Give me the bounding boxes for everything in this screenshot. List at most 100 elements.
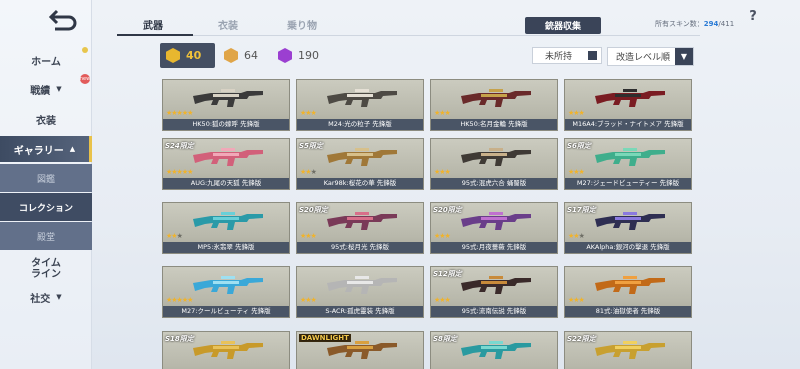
rifle-icon bbox=[327, 148, 397, 166]
weapon-skin-card[interactable]: DAWNLIGHT bbox=[296, 331, 424, 369]
unowned-filter-toggle[interactable]: 未所持 bbox=[532, 47, 602, 64]
sort-dropdown[interactable]: 改造レベル順 ▼ bbox=[607, 47, 694, 66]
currency-purple: 190 bbox=[278, 43, 319, 68]
star-rating: ★★★ bbox=[300, 168, 317, 176]
weapon-skin-card[interactable]: S20限定 ★★★ 95式:桜月光 先鋒版 bbox=[296, 202, 424, 254]
notification-dot bbox=[82, 47, 88, 53]
sidebar-item-label: 衣装 bbox=[36, 115, 56, 127]
season-tag: S17限定 bbox=[567, 206, 596, 214]
weapon-skin-name: 81式:油獄使者 先鋒版 bbox=[565, 306, 691, 317]
sidebar-item-gallery[interactable]: ギャラリー ▲ bbox=[0, 136, 92, 162]
weapon-skin-name: Kar98k:桜花の華 先鋒版 bbox=[297, 178, 423, 189]
checkbox[interactable] bbox=[588, 51, 597, 60]
star-rating: ★★★ bbox=[166, 232, 183, 240]
rifle-icon bbox=[193, 89, 263, 107]
rifle-icon bbox=[595, 341, 665, 359]
help-icon[interactable]: ? bbox=[744, 9, 762, 31]
sidebar-sub-hall-of-fame[interactable]: 殿堂 bbox=[0, 222, 92, 250]
weapon-skin-card[interactable]: ★★★★★ M27:クールビューティ 先鋒版 bbox=[162, 266, 290, 318]
sidebar-sub-collection[interactable]: コレクション bbox=[0, 193, 92, 221]
rifle-icon bbox=[461, 148, 531, 166]
star-rating: ★★★ bbox=[568, 296, 585, 304]
weapon-skin-card[interactable]: S20限定 ★★★ 95式:月夜薔薇 先鋒版 bbox=[430, 202, 558, 254]
season-tag: S8限定 bbox=[433, 335, 457, 343]
rifle-icon bbox=[193, 212, 263, 230]
weapon-skin-name: S-ACR:孤虎靈装 先鋒版 bbox=[297, 306, 423, 317]
purple-hexagon-icon bbox=[278, 48, 292, 63]
chevron-down-icon: ▼ bbox=[56, 293, 62, 301]
tab-weapons[interactable]: 武器 bbox=[143, 17, 163, 32]
tab-costume[interactable]: 衣装 bbox=[218, 17, 238, 32]
rifle-icon bbox=[461, 276, 531, 294]
weapon-skin-card[interactable]: ★★★ S-ACR:孤虎靈装 先鋒版 bbox=[296, 266, 424, 318]
star-rating: ★★★ bbox=[568, 232, 585, 240]
sidebar-item-label: 社交 bbox=[30, 293, 51, 305]
weapon-skin-name: 95式:流南伝説 先鋒版 bbox=[431, 306, 557, 317]
weapon-skin-card[interactable]: ★★★ 81式:油獄使者 先鋒版 bbox=[564, 266, 692, 318]
chevron-up-icon: ▲ bbox=[69, 145, 76, 153]
currency-orange: 64 bbox=[224, 43, 258, 68]
weapon-skin-card[interactable]: ★★★ M16A4:ブラッド・ナイトメア 先鋒版 bbox=[564, 79, 692, 131]
sidebar-item-social[interactable]: 社交 ▼ bbox=[0, 284, 92, 310]
weapon-skin-card[interactable]: S8限定 bbox=[430, 331, 558, 369]
weapon-skin-card[interactable]: S24限定 ★★★★★ AUG:九尾の天狐 先鋒版 bbox=[162, 138, 290, 190]
weapon-skin-name: 95式:混虎六合 蛹蜀版 bbox=[431, 178, 557, 189]
weapon-skin-name: M16A4:ブラッド・ナイトメア 先鋒版 bbox=[565, 119, 691, 130]
chevron-down-icon: ▼ bbox=[56, 85, 62, 93]
weapon-skin-name: 95式:月夜薔薇 先鋒版 bbox=[431, 242, 557, 253]
rifle-icon bbox=[193, 276, 263, 294]
sidebar-sub-label: 殿堂 bbox=[36, 232, 55, 243]
season-tag: S22限定 bbox=[567, 335, 596, 343]
weapon-skin-card[interactable]: ★★★ M24:光の粒子 先鋒版 bbox=[296, 79, 424, 131]
weapon-skin-card[interactable]: ★★★★★ HK50:狐の嫁呼 先鋒版 bbox=[162, 79, 290, 131]
back-arrow-icon bbox=[48, 9, 77, 31]
sidebar-item-label: タイム ライン bbox=[31, 258, 61, 280]
weapon-skin-grid: ★★★★★ HK50:狐の嫁呼 先鋒版 ★★★ M24:光の粒子 先鋒版 ★★★ HK50… bbox=[162, 79, 694, 369]
gun-collection-button[interactable]: 銃器収集 bbox=[525, 17, 601, 34]
weapon-skin-card[interactable]: S6限定 ★★★ M27:ジェードビューティー 先鋒版 bbox=[564, 138, 692, 190]
sidebar: ホーム 戦績 ▼ new 衣装 ギャラリー ▲ 図鑑 コレクション 殿堂 タイム… bbox=[0, 0, 92, 369]
rifle-icon bbox=[595, 89, 665, 107]
currency-gold: 40 bbox=[160, 43, 215, 68]
currency-value: 190 bbox=[298, 49, 319, 62]
weapon-skin-card[interactable]: S22限定 bbox=[564, 331, 692, 369]
sidebar-item-timeline[interactable]: タイム ライン bbox=[0, 255, 92, 283]
back-button[interactable] bbox=[45, 8, 79, 34]
rifle-icon bbox=[461, 341, 531, 359]
weapon-skin-name: MP5:氷翡翠 先鋒版 bbox=[163, 242, 289, 253]
owned-skin-count: 所有スキン数：294/411 bbox=[655, 19, 734, 29]
star-rating: ★★★ bbox=[434, 168, 451, 176]
filter-bar: 40 64 190 未所持 改造レベル順 ▼ bbox=[160, 43, 694, 69]
star-rating: ★★★ bbox=[568, 109, 585, 117]
sidebar-sub-label: 図鑑 bbox=[36, 174, 55, 185]
weapon-skin-card[interactable]: ★★★ HK50:名月金輪 先鋒版 bbox=[430, 79, 558, 131]
star-rating: ★★★ bbox=[300, 232, 317, 240]
sort-label: 改造レベル順 bbox=[616, 53, 671, 63]
currency-value: 40 bbox=[186, 49, 202, 62]
star-rating: ★★★★★ bbox=[166, 296, 193, 304]
weapon-skin-name: HK50:狐の嫁呼 先鋒版 bbox=[163, 119, 289, 130]
weapon-skin-card[interactable]: S5限定 ★★★ Kar98k:桜花の華 先鋒版 bbox=[296, 138, 424, 190]
sidebar-item-costume[interactable]: 衣装 bbox=[0, 106, 92, 132]
sidebar-item-home[interactable]: ホーム bbox=[0, 47, 92, 73]
weapon-skin-card[interactable]: S18限定 bbox=[162, 331, 290, 369]
season-tag: S18限定 bbox=[165, 335, 194, 343]
weapon-skin-card[interactable]: ★★★ 95式:混虎六合 蛹蜀版 bbox=[430, 138, 558, 190]
star-rating: ★★★ bbox=[434, 296, 451, 304]
tab-vehicles[interactable]: 乗り物 bbox=[287, 17, 317, 32]
rifle-icon bbox=[595, 212, 665, 230]
weapon-skin-card[interactable]: S17限定 ★★★ AKAlpha:銀河の撃退 先鋒版 bbox=[564, 202, 692, 254]
skin-count-owned: 294 bbox=[703, 20, 719, 28]
sidebar-item-record[interactable]: 戦績 ▼ bbox=[0, 76, 92, 102]
dropdown-caret-icon[interactable]: ▼ bbox=[675, 48, 693, 65]
weapon-skin-card[interactable]: S12限定 ★★★ 95式:流南伝説 先鋒版 bbox=[430, 266, 558, 318]
sidebar-sub-encyclopedia[interactable]: 図鑑 bbox=[0, 164, 92, 192]
new-badge: new bbox=[79, 74, 91, 84]
season-tag: S20限定 bbox=[433, 206, 462, 214]
rifle-icon bbox=[461, 212, 531, 230]
weapon-skin-card[interactable]: ★★★ MP5:氷翡翠 先鋒版 bbox=[162, 202, 290, 254]
weapon-skin-name: HK50:名月金輪 先鋒版 bbox=[431, 119, 557, 130]
unowned-label: 未所持 bbox=[545, 52, 573, 62]
active-tab-indicator bbox=[117, 34, 193, 36]
season-tag: S20限定 bbox=[299, 206, 328, 214]
